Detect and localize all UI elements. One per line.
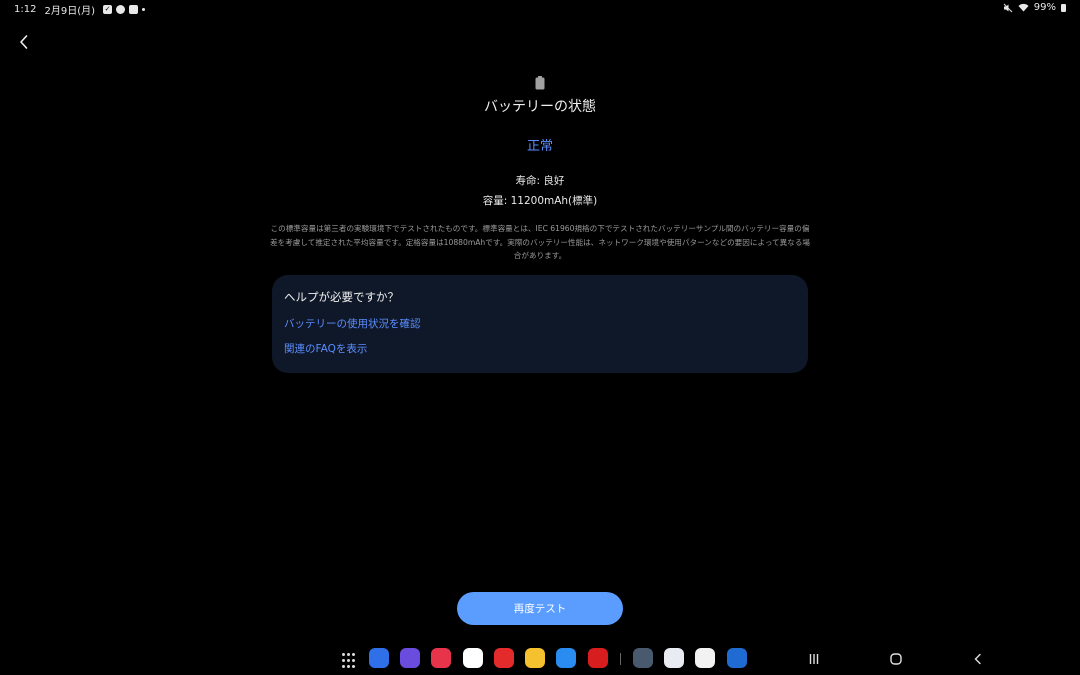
book-icon[interactable] xyxy=(727,648,747,668)
recents-button[interactable] xyxy=(807,652,821,666)
related-faq-link[interactable]: 関連のFAQを表示 xyxy=(284,341,367,356)
back-button[interactable] xyxy=(12,30,36,54)
messages-icon[interactable] xyxy=(369,648,389,668)
app-drawer-icon[interactable] xyxy=(340,651,360,671)
gallery-notification-icon xyxy=(129,5,138,14)
flipboard-icon[interactable] xyxy=(494,648,514,668)
status-bar: 1:12 2月9日(月) ✓ 99% xyxy=(0,0,1080,18)
checkbox-notification-icon: ✓ xyxy=(103,5,112,14)
more-notifications-icon xyxy=(142,8,145,11)
taskbar-divider xyxy=(620,653,621,665)
capacity-disclaimer: この標準容量は第三者の実験環境下でテストされたものです。標準容量とは、IEC 6… xyxy=(270,224,811,260)
status-bar-right: 99% xyxy=(1003,2,1066,13)
battery-capacity-text: 容量: 11200mAh(標準) xyxy=(482,195,598,207)
internet-icon[interactable] xyxy=(400,648,420,668)
battery-usage-link[interactable]: バッテリーの使用状況を確認 xyxy=(284,316,421,331)
battery-status-text: 正常 xyxy=(526,139,553,154)
battery-status-screen: 1:12 2月9日(月) ✓ 99% バッテリーの状態 正常 寿命: 良好 容量… xyxy=(0,0,1080,675)
settings-icon[interactable] xyxy=(633,648,653,668)
music-icon[interactable] xyxy=(431,648,451,668)
home-button[interactable] xyxy=(889,652,903,666)
acrobat-icon[interactable] xyxy=(588,648,608,668)
battery-icon xyxy=(535,76,545,90)
drive-icon[interactable] xyxy=(463,648,483,668)
wifi-icon xyxy=(1018,3,1029,12)
help-card: ヘルプが必要ですか？ バッテリーの使用状況を確認 関連のFAQを表示 xyxy=(272,275,808,373)
retest-button[interactable]: 再度テスト xyxy=(457,592,623,625)
nav-back-button[interactable] xyxy=(971,652,985,666)
date: 2月9日(月) xyxy=(44,6,95,17)
mute-icon xyxy=(1003,3,1013,12)
files-icon[interactable] xyxy=(525,648,545,668)
battery-status-icon xyxy=(1061,3,1066,12)
page-title: バッテリーの状態 xyxy=(484,99,596,115)
chat-notification-icon xyxy=(116,5,125,14)
pdf-viewer-icon[interactable] xyxy=(556,648,576,668)
battery-life-text: 寿命: 良好 xyxy=(515,175,565,187)
taskbar xyxy=(0,643,1080,675)
clock: 1:12 xyxy=(14,4,37,15)
battery-percent: 99% xyxy=(1033,2,1056,13)
status-bar-left: 1:12 2月9日(月) ✓ xyxy=(14,2,145,17)
play-store-icon[interactable] xyxy=(695,648,715,668)
onedrive-icon[interactable] xyxy=(664,648,684,668)
help-title: ヘルプが必要ですか？ xyxy=(284,290,399,304)
